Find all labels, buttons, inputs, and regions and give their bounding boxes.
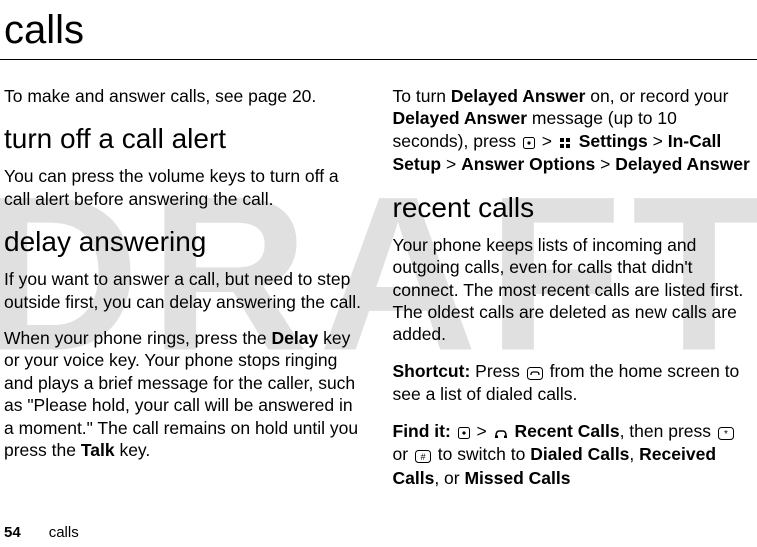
label-dialed-calls: Dialed Calls bbox=[530, 444, 629, 464]
text-fragment: > bbox=[648, 131, 668, 151]
text-fragment: When your phone rings, press the bbox=[4, 328, 272, 348]
left-column: To make and answer calls, see page 20. t… bbox=[4, 85, 365, 503]
label-missed-calls: Missed Calls bbox=[464, 468, 570, 488]
svg-text:*: * bbox=[724, 429, 728, 440]
paragraph-recent-calls: Your phone keeps lists of incoming and o… bbox=[393, 234, 754, 346]
label-shortcut: Shortcut: bbox=[393, 361, 471, 381]
text-fragment: on, or record your bbox=[585, 86, 728, 106]
heading-delay-answering: delay answering bbox=[4, 226, 365, 258]
talk-key-label: Talk bbox=[81, 440, 115, 460]
text-fragment: > bbox=[537, 131, 557, 151]
paragraph-delay-detail: When your phone rings, press the Delay k… bbox=[4, 327, 365, 461]
paragraph-delay-intro: If you want to answer a call, but need t… bbox=[4, 268, 365, 313]
delay-key-label: Delay bbox=[272, 328, 319, 348]
label-recent-calls: Recent Calls bbox=[515, 421, 620, 441]
svg-text:#: # bbox=[420, 452, 425, 462]
footer-section-label: calls bbox=[49, 524, 79, 541]
right-column: To turn Delayed Answer on, or record you… bbox=[393, 85, 754, 503]
page-number: 54 bbox=[4, 524, 21, 541]
star-key-icon: * bbox=[718, 421, 734, 443]
text-fragment: , then press bbox=[620, 421, 716, 441]
text-fragment: to switch to bbox=[433, 444, 530, 464]
hash-key-icon: # bbox=[415, 444, 431, 466]
label-delayed-answer: Delayed Answer bbox=[615, 154, 750, 174]
page-title: calls bbox=[0, 0, 757, 60]
intro-paragraph: To make and answer calls, see page 20. bbox=[4, 85, 365, 107]
heading-turn-off-alert: turn off a call alert bbox=[4, 123, 365, 155]
page-content: calls To make and answer calls, see page… bbox=[0, 0, 757, 503]
text-fragment: > bbox=[472, 421, 492, 441]
heading-recent-calls: recent calls bbox=[393, 192, 754, 224]
text-fragment: Press bbox=[470, 361, 524, 381]
send-key-icon bbox=[527, 361, 543, 383]
label-answer-options: Answer Options bbox=[461, 154, 595, 174]
text-fragment: key. bbox=[115, 440, 151, 460]
label-settings: Settings bbox=[579, 131, 648, 151]
text-fragment: > bbox=[595, 154, 615, 174]
recent-calls-icon bbox=[494, 421, 508, 443]
page-footer: 54 calls bbox=[4, 524, 79, 541]
paragraph-find-it: Find it: > Recent Calls, then press * or… bbox=[393, 420, 754, 490]
label-delayed-answer: Delayed Answer bbox=[393, 108, 528, 128]
label-delayed-answer: Delayed Answer bbox=[451, 86, 586, 106]
text-fragment: or bbox=[393, 444, 413, 464]
paragraph-turn-off-alert: You can press the volume keys to turn of… bbox=[4, 165, 365, 210]
paragraph-delayed-answer-setup: To turn Delayed Answer on, or record you… bbox=[393, 85, 754, 176]
center-key-icon bbox=[458, 421, 470, 443]
label-find-it: Find it: bbox=[393, 421, 451, 441]
text-fragment: To turn bbox=[393, 86, 451, 106]
two-column-layout: To make and answer calls, see page 20. t… bbox=[0, 85, 757, 503]
center-key-icon bbox=[523, 131, 535, 153]
text-fragment: > bbox=[441, 154, 461, 174]
settings-icon bbox=[559, 131, 572, 153]
text-fragment: , or bbox=[434, 468, 464, 488]
text-fragment: , bbox=[629, 444, 639, 464]
paragraph-shortcut: Shortcut: Press from the home screen to … bbox=[393, 360, 754, 406]
